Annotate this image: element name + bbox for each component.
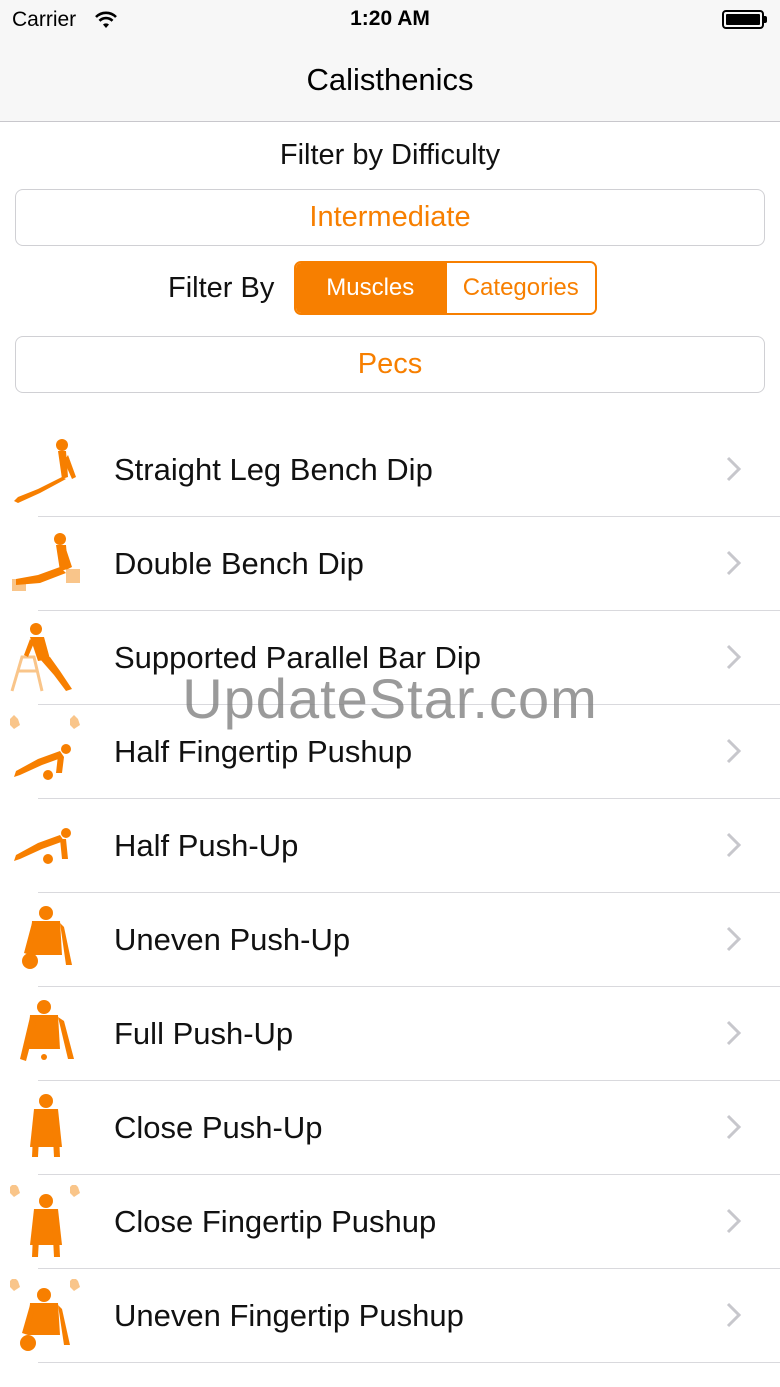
battery-icon	[722, 10, 768, 29]
close-pushup-figure-icon	[30, 1094, 62, 1157]
page-title: Calisthenics	[306, 62, 474, 97]
exercise-row[interactable]: Close Fingertip Pushup	[0, 1175, 780, 1269]
difficulty-selector[interactable]: Intermediate	[15, 189, 765, 246]
fingertip-pushup-figure-icon	[10, 715, 80, 780]
exercise-row[interactable]: Double Bench Dip	[0, 517, 780, 611]
exercise-name: Close Fingertip Pushup	[114, 1204, 437, 1239]
half-pushup-figure-icon	[14, 828, 71, 864]
exercise-name: Full Push-Up	[114, 1016, 294, 1051]
exercise-row[interactable]: Straight Leg Bench Dip	[0, 423, 780, 517]
full-pushup-figure-icon	[20, 1000, 74, 1061]
filter-difficulty-label: Filter by Difficulty	[279, 139, 501, 171]
chevron-right-icon	[726, 644, 742, 670]
filter-by-label: Filter By	[168, 272, 275, 304]
navigation-bar: Calisthenics	[0, 40, 780, 122]
exercise-name: Half Fingertip Pushup	[114, 734, 413, 769]
chevron-right-icon	[726, 550, 742, 576]
chevron-right-icon	[726, 832, 742, 858]
chevron-right-icon	[726, 1208, 742, 1234]
exercise-row[interactable]: Uneven Fingertip Pushup	[0, 1269, 780, 1363]
uneven-fingertip-pushup-figure-icon	[10, 1279, 80, 1351]
status-time: 1:20 AM	[350, 7, 430, 30]
exercise-name: Close Push-Up	[114, 1110, 323, 1145]
exercise-name: Half Push-Up	[114, 828, 299, 863]
exercise-name: Supported Parallel Bar Dip	[114, 640, 482, 675]
exercise-name: Double Bench Dip	[114, 546, 364, 581]
exercise-row[interactable]: Uneven Push-Up	[0, 893, 780, 987]
exercise-name: Uneven Push-Up	[114, 922, 351, 957]
exercise-row[interactable]: Supported Parallel Bar Dip	[0, 611, 780, 705]
double-bench-dip-figure-icon	[12, 533, 80, 591]
exercise-row[interactable]: Close Push-Up	[0, 1081, 780, 1175]
exercise-row[interactable]: Half Fingertip Pushup	[0, 705, 780, 799]
chevron-right-icon	[726, 1114, 742, 1140]
chevron-right-icon	[726, 456, 742, 482]
exercise-row[interactable]: Half Push-Up	[0, 799, 780, 893]
chevron-right-icon	[726, 1020, 742, 1046]
segment-muscles[interactable]: Muscles	[296, 263, 445, 313]
muscle-selector[interactable]: Pecs	[15, 336, 765, 393]
exercise-name: Uneven Fingertip Pushup	[114, 1298, 464, 1333]
parallel-bar-dip-figure-icon	[10, 623, 72, 692]
segment-categories[interactable]: Categories	[444, 263, 595, 313]
exercise-list: Straight Leg Bench Dip Double Bench Dip …	[0, 423, 780, 1363]
chevron-right-icon	[726, 926, 742, 952]
close-fingertip-pushup-figure-icon	[10, 1185, 80, 1257]
status-bar: Carrier 1:20 AM	[0, 0, 780, 40]
filter-type-segmented-control[interactable]: Muscles Categories	[294, 261, 597, 315]
exercise-name: Straight Leg Bench Dip	[114, 452, 433, 487]
chevron-right-icon	[726, 738, 742, 764]
uneven-pushup-figure-icon	[22, 906, 72, 969]
bench-dip-figure-icon	[14, 439, 76, 503]
exercise-row[interactable]: Full Push-Up	[0, 987, 780, 1081]
chevron-right-icon	[726, 1302, 742, 1328]
